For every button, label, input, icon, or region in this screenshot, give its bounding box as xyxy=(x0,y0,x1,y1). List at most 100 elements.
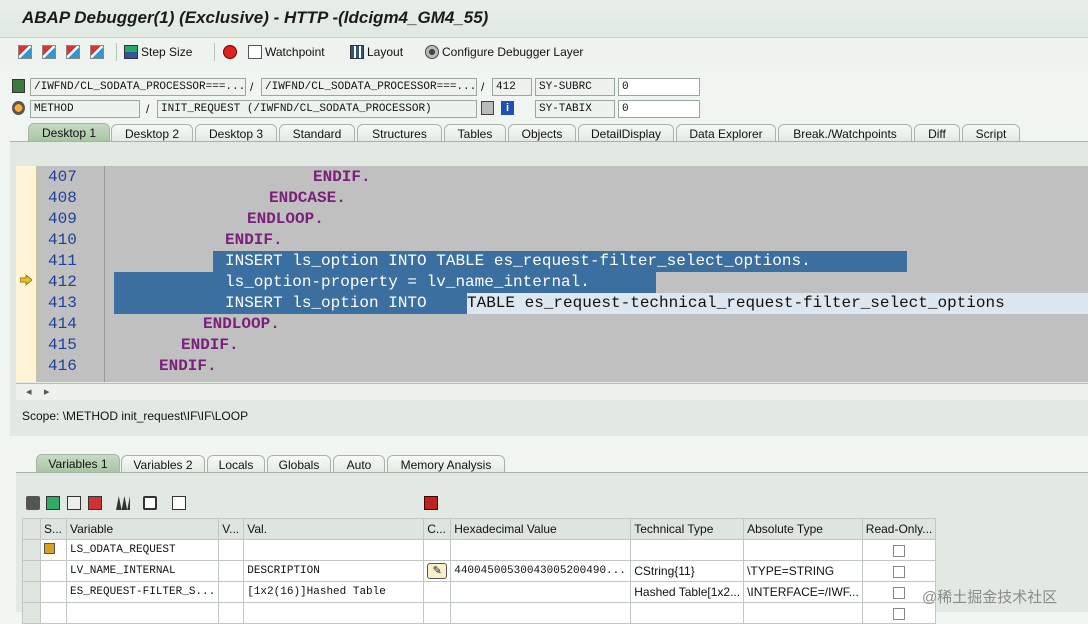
change-cell xyxy=(423,539,452,561)
step-size-button[interactable]: Step Size xyxy=(124,42,192,62)
row-selector[interactable] xyxy=(22,602,41,624)
sy-tabix-label: SY-TABIX xyxy=(535,100,615,118)
status-cell xyxy=(40,602,67,624)
stop-button[interactable] xyxy=(223,42,240,62)
grid-header xyxy=(22,518,41,540)
edit-pencil-icon[interactable]: ✎ xyxy=(427,563,448,579)
code-line-413-selected: INSERT ls_option INTO xyxy=(114,293,467,314)
grid-header[interactable]: Val. xyxy=(243,518,425,540)
table-row[interactable]: LS_ODATA_REQUEST xyxy=(22,539,937,561)
value-cell[interactable] xyxy=(243,539,425,561)
single-step-icon xyxy=(18,45,32,59)
separator-slash: / xyxy=(481,80,485,94)
delete-icon[interactable] xyxy=(26,496,40,510)
tab-variables-1[interactable]: Variables 1 xyxy=(36,454,120,474)
read-only-checkbox xyxy=(893,586,906,599)
window-titlebar: ABAP Debugger(1) (Exclusive) - HTTP -(ld… xyxy=(0,0,1088,38)
event-name-field: INIT_REQUEST (/IWFND/CL_SODATA_PROCESSOR… xyxy=(157,100,477,118)
list-icon[interactable] xyxy=(67,496,81,510)
v-cell xyxy=(218,581,245,603)
row-selector[interactable] xyxy=(22,581,41,603)
tech-type-cell: Hashed Table[1x2... xyxy=(630,581,745,603)
breakpoint-gutter[interactable] xyxy=(16,166,37,382)
configure-icon xyxy=(425,45,439,59)
structure-icon xyxy=(44,543,55,554)
code-line-407: ENDIF. xyxy=(313,168,371,186)
change-cell[interactable]: ✎ xyxy=(423,560,452,582)
scroll-left-icon[interactable]: ◂ xyxy=(26,385,32,398)
line-number: 415 xyxy=(48,336,77,354)
grid-header[interactable]: Hexadecimal Value xyxy=(450,518,632,540)
grid-header[interactable]: V... xyxy=(218,518,245,540)
table-row[interactable]: LV_NAME_INTERNAL DESCRIPTION ✎ 440045005… xyxy=(22,560,937,582)
variable-cell[interactable]: ES_REQUEST-FILTER_S... xyxy=(65,581,220,603)
code-line-412: ls_option-property = lv_name_internal. xyxy=(114,272,656,293)
folder-icon[interactable] xyxy=(172,496,186,510)
single-step-button[interactable] xyxy=(18,42,35,62)
continue-button[interactable] xyxy=(90,42,107,62)
code-line-413-rest: TABLE es_request-technical_request-filte… xyxy=(467,293,1088,314)
value-cell[interactable]: DESCRIPTION xyxy=(243,560,425,582)
include-field: /IWFND/CL_SODATA_PROCESSOR===... xyxy=(261,78,477,96)
scroll-right-icon[interactable]: ▸ xyxy=(44,385,50,398)
variable-tabs: Variables 1 Variables 2 Locals Globals A… xyxy=(0,453,1088,474)
variables-grid[interactable]: S... Variable V... Val. C... Hexadecimal… xyxy=(22,518,937,624)
info-icon[interactable]: i xyxy=(501,101,514,115)
line-number: 412 xyxy=(48,273,77,291)
v-cell xyxy=(218,602,245,624)
navigate-icon[interactable] xyxy=(143,496,157,510)
change-cell xyxy=(423,581,452,603)
window-title: ABAP Debugger(1) (Exclusive) - HTTP -(ld… xyxy=(22,8,489,27)
tab-desktop-1[interactable]: Desktop 1 xyxy=(28,123,110,143)
import-icon[interactable] xyxy=(46,496,60,510)
event-type-field: METHOD xyxy=(30,100,140,118)
continue-icon xyxy=(90,45,104,59)
return-button[interactable] xyxy=(66,42,83,62)
code-divider xyxy=(104,166,105,382)
line-number: 413 xyxy=(48,294,77,312)
value-cell[interactable]: [1x2(16)]Hashed Table xyxy=(243,581,425,603)
row-selector[interactable] xyxy=(22,560,41,582)
line-number: 411 xyxy=(48,252,77,270)
row-selector[interactable] xyxy=(22,539,41,561)
watchpoint-button[interactable]: Watchpoint xyxy=(248,42,325,62)
grid-header[interactable]: C... xyxy=(423,518,452,540)
variable-cell[interactable]: LS_ODATA_REQUEST xyxy=(65,539,220,561)
sy-subrc-label: SY-SUBRC xyxy=(535,78,615,96)
read-only-cell xyxy=(861,539,937,561)
sy-tabix-value[interactable]: 0 xyxy=(618,100,700,118)
tech-type-cell xyxy=(630,602,745,624)
execute-button[interactable] xyxy=(42,42,59,62)
toolbar-separator xyxy=(214,43,215,61)
grid-header[interactable]: Variable xyxy=(65,518,220,540)
grid-header[interactable]: Absolute Type xyxy=(743,518,863,540)
horizontal-scrollbar[interactable]: ◂ ▸ xyxy=(16,383,1088,400)
abs-type-cell: \TYPE=STRING xyxy=(743,560,863,582)
line-number: 407 xyxy=(48,168,77,186)
configure-layer-button[interactable]: Configure Debugger Layer xyxy=(425,42,583,62)
grid-header[interactable]: Read-Only... xyxy=(861,518,937,540)
desktop-tabs: Desktop 1 Desktop 2 Desktop 3 Standard S… xyxy=(0,122,1088,143)
table-row[interactable]: ES_REQUEST-FILTER_S... [1x2(16)]Hashed T… xyxy=(22,581,937,603)
navigate-icon[interactable] xyxy=(481,101,494,115)
value-cell[interactable] xyxy=(243,602,425,624)
export-icon[interactable] xyxy=(88,496,102,510)
source-code-viewer[interactable]: 407 408 409 410 411 412 413 414 415 416 … xyxy=(16,166,1088,382)
grid-header[interactable]: Technical Type xyxy=(630,518,745,540)
table-row[interactable] xyxy=(22,602,937,624)
stop-icon xyxy=(223,45,237,59)
hex-cell: 44004500530043005200490... xyxy=(450,560,632,582)
scope-label: Scope: \METHOD init_request\IF\IF\LOOP xyxy=(22,409,249,423)
step-size-icon xyxy=(124,45,138,59)
grid-header[interactable]: S... xyxy=(40,518,67,540)
variable-cell[interactable]: LV_NAME_INTERNAL xyxy=(65,560,220,582)
read-only-cell xyxy=(861,560,937,582)
variable-cell[interactable] xyxy=(65,602,220,624)
line-number: 414 xyxy=(48,315,77,333)
save-icon[interactable] xyxy=(424,496,438,510)
tech-type-cell xyxy=(630,539,745,561)
layout-button[interactable]: Layout xyxy=(350,42,403,62)
read-only-checkbox xyxy=(893,607,906,620)
sy-subrc-value[interactable]: 0 xyxy=(618,78,700,96)
watchpoint-label: Watchpoint xyxy=(265,45,325,59)
